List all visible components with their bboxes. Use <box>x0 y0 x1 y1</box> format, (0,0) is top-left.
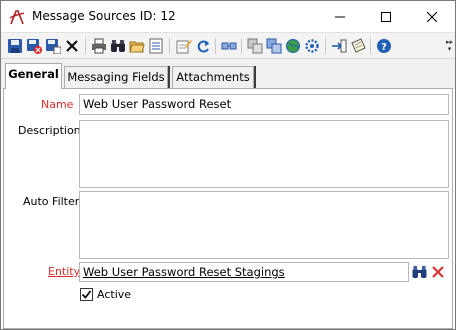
toolbar-separator <box>169 38 170 54</box>
link-icon <box>221 42 237 50</box>
paste-icon <box>266 38 282 54</box>
clear-x-icon <box>432 266 444 278</box>
chevron-down-icon: ▾ <box>447 45 452 53</box>
copy-button[interactable] <box>246 37 264 55</box>
auto-filter-label: Auto Filter <box>23 195 80 208</box>
toolbar-separator <box>85 38 86 54</box>
save-new-icon <box>46 39 61 54</box>
name-label: Name <box>41 98 74 111</box>
attach-note-icon <box>351 38 366 53</box>
web-button[interactable] <box>284 37 302 55</box>
link-button[interactable] <box>220 37 238 55</box>
refresh-icon <box>197 40 209 53</box>
globe-icon <box>286 39 300 53</box>
print-button[interactable] <box>90 37 108 55</box>
entity-field[interactable]: Web User Password Reset Stagings <box>79 262 409 282</box>
auto-filter-textarea[interactable] <box>79 191 449 259</box>
settings-button[interactable] <box>303 37 321 55</box>
toolbar-separator <box>215 38 216 54</box>
open-folder-button[interactable] <box>128 37 146 55</box>
name-field[interactable]: Web User Password Reset <box>79 94 449 115</box>
maximize-icon <box>381 11 391 22</box>
description-label: Description <box>18 124 81 137</box>
list-icon <box>149 38 163 54</box>
tab-divider <box>254 66 256 88</box>
edit-note-icon <box>176 40 192 54</box>
delete-button[interactable] <box>63 37 81 55</box>
close-icon <box>427 11 437 22</box>
toolbar-separator <box>241 38 242 54</box>
print-icon <box>92 38 106 54</box>
copy-icon <box>247 38 263 54</box>
checkmark-icon <box>81 290 92 299</box>
find-button[interactable] <box>109 37 127 55</box>
toolbar-overflow-button[interactable]: ▸▸ ▾ <box>445 36 454 56</box>
tab-divider <box>168 66 170 88</box>
entity-link[interactable]: Entity <box>48 265 80 278</box>
tab-label: Attachments <box>176 70 250 84</box>
save-close-button[interactable] <box>25 37 43 55</box>
close-button[interactable] <box>409 1 455 32</box>
tab-attachments[interactable]: Attachments <box>172 66 254 88</box>
help-button[interactable]: ? <box>375 37 393 55</box>
entity-lookup-button[interactable] <box>410 263 428 281</box>
open-folder-icon <box>129 41 145 53</box>
binoculars-icon <box>412 266 426 278</box>
toolbar: ? ▸▸ ▾ <box>1 32 455 59</box>
binoculars-icon <box>111 40 125 52</box>
delete-icon <box>66 40 78 52</box>
save-close-icon <box>27 39 42 54</box>
tab-messaging-fields[interactable]: Messaging Fields <box>64 66 168 88</box>
minimize-icon <box>335 16 345 17</box>
toolbar-separator <box>370 38 371 54</box>
window-title: Message Sources ID: 12 <box>32 9 176 23</box>
entity-clear-button[interactable] <box>429 263 447 281</box>
attach-button[interactable] <box>349 37 367 55</box>
tab-general[interactable]: General <box>5 63 62 89</box>
maximize-button[interactable] <box>363 1 409 32</box>
active-label: Active <box>97 288 132 301</box>
help-icon: ? <box>377 39 391 53</box>
title-bar: Message Sources ID: 12 <box>1 1 455 32</box>
save-new-button[interactable] <box>44 37 62 55</box>
export-icon <box>332 39 347 53</box>
toolbar-separator <box>325 38 326 54</box>
save-icon <box>8 39 22 53</box>
message-sources-window: Message Sources ID: 12 ? ▸▸ ▾ General Me… <box>0 0 456 330</box>
edit-note-button[interactable] <box>175 37 193 55</box>
app-logo-icon <box>9 10 25 25</box>
save-button[interactable] <box>6 37 24 55</box>
tab-label: General <box>8 67 59 81</box>
paste-button[interactable] <box>265 37 283 55</box>
refresh-button[interactable] <box>194 37 212 55</box>
description-textarea[interactable] <box>79 120 449 188</box>
tab-label: Messaging Fields <box>67 70 165 84</box>
export-button[interactable] <box>330 37 348 55</box>
svg-text:?: ? <box>381 42 387 53</box>
active-checkbox[interactable] <box>80 288 93 301</box>
gear-icon <box>305 39 319 53</box>
list-button[interactable] <box>147 37 165 55</box>
minimize-button[interactable] <box>317 1 363 32</box>
